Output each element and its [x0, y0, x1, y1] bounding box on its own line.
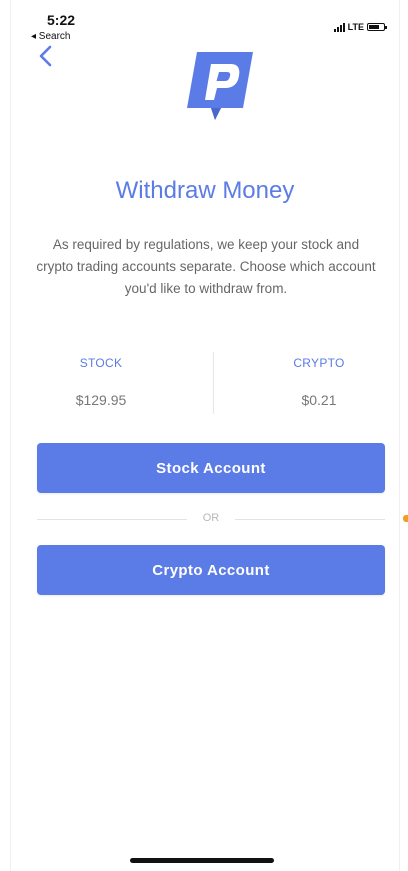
edge-indicator [403, 515, 408, 522]
screen: 5:22 ◂ Search LTE Withdraw Money As requ… [10, 0, 400, 871]
battery-icon [367, 23, 387, 31]
crypto-account-button[interactable]: Crypto Account [37, 545, 385, 595]
status-time: 5:22 [47, 12, 76, 28]
app-logo [187, 52, 253, 120]
stock-balance-value: $129.95 [75, 392, 127, 408]
stock-balance-label: STOCK [79, 356, 123, 370]
page-title: Withdraw Money [115, 177, 295, 204]
balance-divider [213, 352, 214, 414]
separator-line-right [235, 519, 385, 520]
crypto-balance-value: $0.21 [301, 392, 337, 408]
stock-balance: STOCK $129.95 [31, 350, 171, 408]
chevron-left-icon[interactable] [37, 44, 55, 68]
or-separator: OR [37, 509, 385, 529]
crypto-balance: CRYPTO $0.21 [249, 350, 389, 408]
or-label: OR [202, 512, 220, 524]
page-description: As required by regulations, we keep your… [36, 237, 376, 296]
status-indicators: LTE [333, 22, 387, 32]
network-type: LTE [347, 22, 364, 32]
crypto-balance-label: CRYPTO [293, 356, 345, 370]
balances-panel: STOCK $129.95 CRYPTO $0.21 [11, 350, 399, 418]
signal-icon [333, 22, 345, 32]
home-indicator[interactable] [130, 858, 274, 863]
status-back-to-search[interactable]: ◂ Search [31, 31, 70, 42]
stock-account-button[interactable]: Stock Account [37, 443, 385, 493]
